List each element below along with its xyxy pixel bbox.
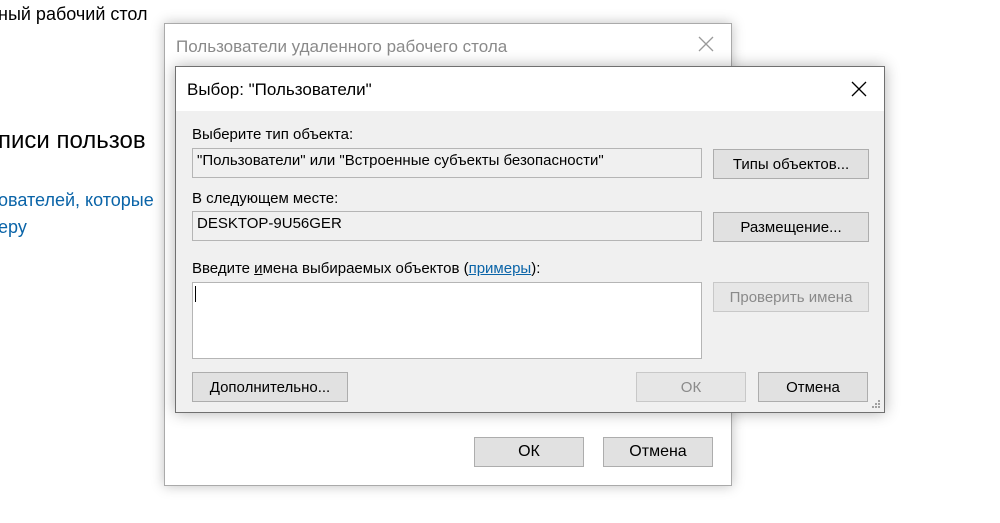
dialog-close-button[interactable] <box>848 78 870 100</box>
settings-link-line-1[interactable]: ователей, которые <box>0 190 154 211</box>
text-caret <box>195 286 196 302</box>
dialog-titlebar: Выбор: "Пользователи" <box>176 67 884 111</box>
parent-dialog-title: Пользователи удаленного рабочего стола <box>176 37 508 56</box>
check-names-button[interactable]: Проверить имена <box>713 282 869 312</box>
examples-link[interactable]: примеры <box>469 260 532 277</box>
object-names-input[interactable] <box>192 282 702 359</box>
parent-ok-button[interactable]: ОК <box>474 437 584 467</box>
close-icon <box>851 81 867 97</box>
names-label-middle: мена выбираемых объектов ( <box>262 260 469 277</box>
names-label-accelerator: и <box>254 260 263 277</box>
names-label-prefix: Введите <box>192 260 255 277</box>
settings-link-line-2[interactable]: еру <box>0 217 27 238</box>
location-field: DESKTOP-9U56GER <box>192 211 702 241</box>
settings-header-fragment: ный рабочий стол <box>0 4 148 24</box>
resize-grip-icon[interactable] <box>871 399 881 409</box>
object-type-field: "Пользователи" или "Встроенные субъекты … <box>192 148 702 178</box>
close-icon <box>698 36 714 52</box>
dialog-title: Выбор: "Пользователи" <box>187 80 372 99</box>
object-type-label: Выберите тип объекта: <box>192 126 354 143</box>
screen: ный рабочий стол писи пользов ователей, … <box>0 0 1000 523</box>
object-types-button[interactable]: Типы объектов... <box>713 149 869 179</box>
advanced-button[interactable]: Дополнительно... <box>192 372 348 402</box>
parent-cancel-button[interactable]: Отмена <box>603 437 713 467</box>
location-label: В следующем месте: <box>192 190 339 207</box>
cancel-button[interactable]: Отмена <box>758 372 868 402</box>
ok-button[interactable]: ОК <box>636 372 746 402</box>
select-users-dialog: Выбор: "Пользователи" Выберите тип объек… <box>175 66 885 413</box>
locations-button[interactable]: Размещение... <box>713 212 869 242</box>
parent-close-button[interactable] <box>695 33 717 55</box>
settings-section-title: писи пользов <box>0 127 146 154</box>
object-names-label: Введите имена выбираемых объектов (приме… <box>192 260 540 277</box>
names-label-suffix: ): <box>531 260 541 277</box>
